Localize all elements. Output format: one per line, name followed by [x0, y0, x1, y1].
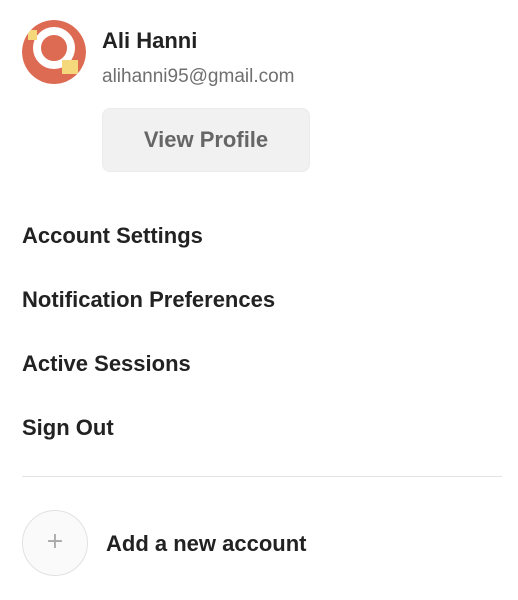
menu-item-notification-preferences[interactable]: Notification Preferences	[22, 268, 502, 332]
menu-item-active-sessions[interactable]: Active Sessions	[22, 332, 502, 396]
add-account-button[interactable]: + Add a new account	[22, 510, 502, 578]
plus-icon: +	[45, 529, 65, 554]
user-email: alihanni95@gmail.com	[102, 66, 295, 87]
menu-item-sign-out[interactable]: Sign Out	[22, 396, 502, 460]
add-account-label: Add a new account	[106, 531, 307, 556]
profile-header: Ali Hanni alihanni95@gmail.com View Prof…	[22, 20, 502, 180]
avatar-accent-shape	[28, 30, 37, 40]
account-menu: Account Settings Notification Preference…	[22, 204, 502, 460]
menu-divider	[22, 476, 502, 477]
view-profile-button[interactable]: View Profile	[102, 108, 310, 172]
menu-item-account-settings[interactable]: Account Settings	[22, 204, 502, 268]
user-name: Ali Hanni	[102, 28, 198, 53]
avatar[interactable]	[22, 20, 86, 84]
avatar-accent-shape	[62, 60, 78, 74]
